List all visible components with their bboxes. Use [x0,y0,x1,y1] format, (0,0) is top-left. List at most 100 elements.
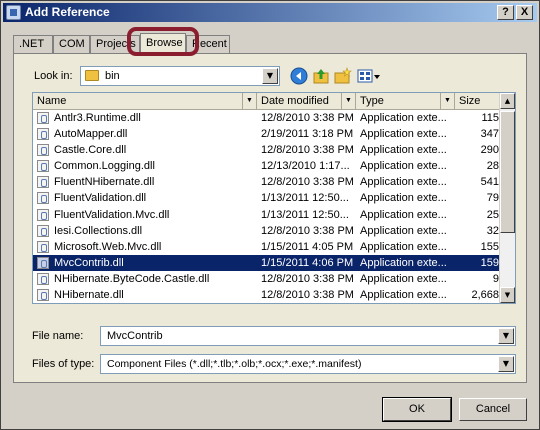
dll-file-icon [37,128,49,141]
file-date-cell: 1/15/2011 4:06 PM [261,256,354,269]
file-size-cell: 79 [486,192,499,205]
dll-file-icon [37,272,49,285]
file-size-cell: 115 [481,112,499,124]
dll-file-icon [37,240,49,253]
file-size-cell: 290 [480,144,499,157]
file-row[interactable]: Iesi.Collections.dll 12/8/2010 3:38 PM App… [33,223,501,239]
file-date-cell: 1/13/2011 12:50... [261,208,349,221]
tab-browse[interactable]: Browse [140,33,186,55]
file-type-cell: Application exte... [360,176,447,189]
files-of-type-dropdown[interactable]: Component Files (*.dll;*.tlb;*.olb;*.ocx… [100,354,516,374]
file-type-cell: Application exte... [360,112,447,124]
tab-dotnet[interactable]: .NET [13,35,53,53]
scroll-up-icon[interactable]: ▲ [500,93,515,109]
file-row[interactable]: Antlr3.Runtime.dll 12/8/2010 3:38 PM Appli… [33,110,501,126]
file-type-cell: Application exte... [360,128,447,141]
file-date-cell: 12/8/2010 3:38 PM [261,112,354,124]
file-name-field[interactable]: MvcContrib ▼ [100,326,516,346]
browse-panel: Look in: bin ▼ Name ▼ Date modified ▼ Ty… [13,53,527,383]
file-type-cell: Application exte... [360,240,447,253]
file-row[interactable]: MvcContrib.dll 1/15/2011 4:06 PM Applicati… [33,254,501,271]
file-row[interactable]: NHibernate.dll 12/8/2010 3:38 PM Applicati… [33,287,501,303]
file-size-cell: 25 [486,208,499,221]
file-row[interactable]: FluentValidation.dll 1/13/2011 12:50... Ap… [33,190,501,206]
file-type-cell: Application exte... [360,192,447,205]
file-date-cell: 12/8/2010 3:38 PM [261,272,354,285]
vertical-scrollbar[interactable]: ▲ ▼ [499,93,515,303]
ok-button[interactable]: OK [382,397,452,422]
scroll-thumb[interactable] [500,111,515,233]
dialog-icon [6,5,21,20]
dll-file-icon [37,160,49,173]
file-row[interactable]: FluentNHibernate.dll 12/8/2010 3:38 PM App… [33,174,501,190]
file-row[interactable]: Microsoft.Web.Mvc.dll 1/15/2011 4:05 PM Ap… [33,239,501,255]
file-name-label: File name: [32,330,84,342]
look-in-label: Look in: [34,70,73,82]
dll-file-icon [37,144,49,157]
column-header-name[interactable]: Name ▼ [33,93,257,110]
tab-com[interactable]: COM [53,35,90,53]
file-row[interactable]: Castle.Core.dll 12/8/2010 3:38 PM Applicat… [33,142,501,158]
file-name-cell: Microsoft.Web.Mvc.dll [54,240,162,253]
tab-recent[interactable]: Recent [186,35,230,53]
column-name-label: Name [37,95,67,107]
chevron-down-icon[interactable]: ▼ [498,328,514,344]
file-type-cell: Application exte... [360,224,447,237]
file-size-cell: 155 [480,240,499,253]
column-type-label: Type [360,95,384,107]
scroll-down-icon[interactable]: ▼ [500,287,515,303]
file-type-cell: Application exte... [360,144,447,157]
column-size-label: Size [459,95,481,107]
chevron-down-icon[interactable]: ▼ [498,356,514,372]
dll-file-icon [37,256,49,269]
file-rows: Antlr3.Runtime.dll 12/8/2010 3:38 PM Appli… [33,110,501,303]
column-header-size[interactable]: Size [455,93,501,110]
file-name-cell: Castle.Core.dll [54,144,127,157]
file-name-cell: NHibernate.ByteCode.Castle.dll [54,272,210,285]
new-folder-icon[interactable] [334,67,352,85]
file-size-cell: 347 [480,128,499,141]
file-date-cell: 12/8/2010 3:38 PM [261,144,354,157]
file-name-cell: FluentValidation.dll [54,192,147,205]
file-date-cell: 2/19/2011 3:18 PM [261,128,354,141]
file-name-cell: Common.Logging.dll [54,160,155,173]
title-bar[interactable]: Add Reference ? X [3,3,537,22]
file-type-cell: Application exte... [360,256,447,269]
column-header-type[interactable]: Type ▼ [356,93,455,110]
file-row[interactable]: AutoMapper.dll 2/19/2011 3:18 PM Applicati… [33,126,501,142]
view-menu-icon[interactable] [357,67,381,85]
file-name-cell: Antlr3.Runtime.dll [54,112,141,124]
file-row[interactable]: NHibernate.ByteCode.Castle.dll 12/8/2010 … [33,271,501,287]
files-of-type-label: Files of type: [32,358,95,370]
dll-file-icon [37,289,49,302]
file-size-cell: 2,668 [471,289,499,302]
file-size-cell: 541 [480,176,499,189]
tab-projects[interactable]: Projects [90,35,140,53]
column-date-label: Date modified [261,95,329,107]
up-folder-icon[interactable] [312,67,330,85]
chevron-down-icon[interactable]: ▼ [341,93,355,109]
folder-icon [85,70,99,81]
file-row[interactable]: FluentValidation.Mvc.dll 1/13/2011 12:50.… [33,207,501,223]
dll-file-icon [37,192,49,205]
dll-file-icon [37,176,49,189]
file-size-cell: 28 [486,160,499,173]
file-name-value: MvcContrib [107,330,163,342]
dll-file-icon [37,208,49,221]
chevron-down-icon[interactable]: ▼ [262,68,278,84]
look-in-dropdown[interactable]: bin ▼ [80,66,280,86]
look-in-value: bin [105,70,120,82]
chevron-down-icon[interactable]: ▼ [440,93,454,109]
help-button[interactable]: ? [497,5,514,20]
dll-file-icon [37,224,49,237]
file-date-cell: 12/8/2010 3:38 PM [261,224,354,237]
file-row[interactable]: Common.Logging.dll 12/13/2010 1:17... Appl… [33,158,501,174]
file-list[interactable]: Name ▼ Date modified ▼ Type ▼ Size Antlr… [32,92,516,304]
chevron-down-icon[interactable]: ▼ [242,93,256,109]
cancel-button[interactable]: Cancel [459,398,527,421]
file-name-cell: FluentNHibernate.dll [54,176,155,189]
column-header-date[interactable]: Date modified ▼ [257,93,356,110]
file-type-cell: Application exte... [360,160,447,173]
close-button[interactable]: X [516,5,533,20]
back-icon[interactable] [290,67,308,85]
